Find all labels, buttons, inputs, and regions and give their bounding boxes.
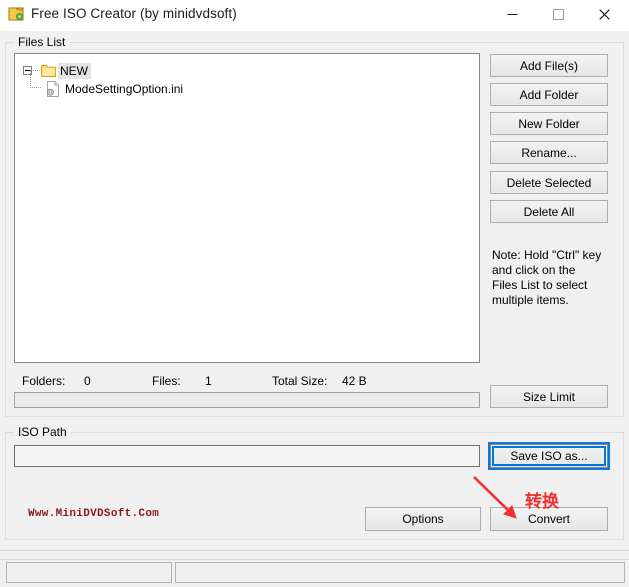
close-button[interactable]: [581, 0, 627, 29]
status-divider: [0, 559, 629, 560]
add-folder-button[interactable]: Add Folder: [490, 83, 608, 106]
files-stats-row: Folders: 0 Files: 1 Total Size: 42 B: [22, 374, 482, 390]
add-files-button[interactable]: Add File(s): [490, 54, 608, 77]
maximize-button[interactable]: [535, 0, 581, 29]
tree-node-file[interactable]: ModeSettingOption.ini: [30, 70, 186, 97]
files-list-group-label: Files List: [14, 35, 70, 49]
delete-selected-button[interactable]: Delete Selected: [490, 171, 608, 194]
files-count-value: 1: [205, 374, 212, 388]
total-size-value: 42 B: [342, 374, 367, 388]
close-icon: [598, 9, 610, 20]
tree-connector-elbow: [30, 70, 41, 88]
folders-count-label: Folders:: [22, 374, 66, 388]
title-bar: Free ISO Creator (by minidvdsoft): [0, 0, 629, 31]
folders-count-value: 0: [84, 374, 91, 388]
application-window: Free ISO Creator (by minidvdsoft) Files …: [0, 0, 629, 587]
ctrl-multi-select-note: Note: Hold "Ctrl" key and click on the F…: [492, 248, 602, 307]
iso-path-input[interactable]: [14, 445, 480, 467]
options-button[interactable]: Options: [365, 507, 481, 531]
website-watermark: Www.MiniDVDSoft.Com: [28, 508, 160, 520]
tree-node-file-label: ModeSettingOption.ini: [65, 81, 184, 96]
minimize-button[interactable]: [489, 0, 535, 29]
folder-icon: [41, 64, 56, 78]
maximize-icon: [552, 9, 564, 20]
iso-path-group-label: ISO Path: [14, 425, 71, 439]
files-count-label: Files:: [152, 374, 181, 388]
status-bar: [0, 550, 629, 587]
status-panel-right: [175, 562, 625, 583]
save-iso-as-button[interactable]: Save ISO as...: [488, 442, 610, 470]
size-progress-bar: [14, 392, 480, 408]
status-panel-left: [6, 562, 172, 583]
files-list-tree[interactable]: NEW ModeSettingOption.ini: [14, 53, 480, 363]
annotation-label: 转换: [525, 492, 559, 512]
new-folder-button[interactable]: New Folder: [490, 112, 608, 135]
rename-button[interactable]: Rename...: [490, 141, 608, 164]
size-limit-button[interactable]: Size Limit: [490, 385, 608, 408]
save-iso-as-label: Save ISO as...: [510, 449, 588, 463]
minimize-icon: [507, 14, 517, 15]
delete-all-button[interactable]: Delete All: [490, 200, 608, 223]
total-size-label: Total Size:: [272, 374, 328, 388]
ini-file-icon: [45, 80, 60, 97]
tree-node-folder-label: NEW: [58, 62, 91, 79]
disc-app-icon: [8, 6, 25, 23]
window-title: Free ISO Creator (by minidvdsoft): [31, 6, 237, 21]
